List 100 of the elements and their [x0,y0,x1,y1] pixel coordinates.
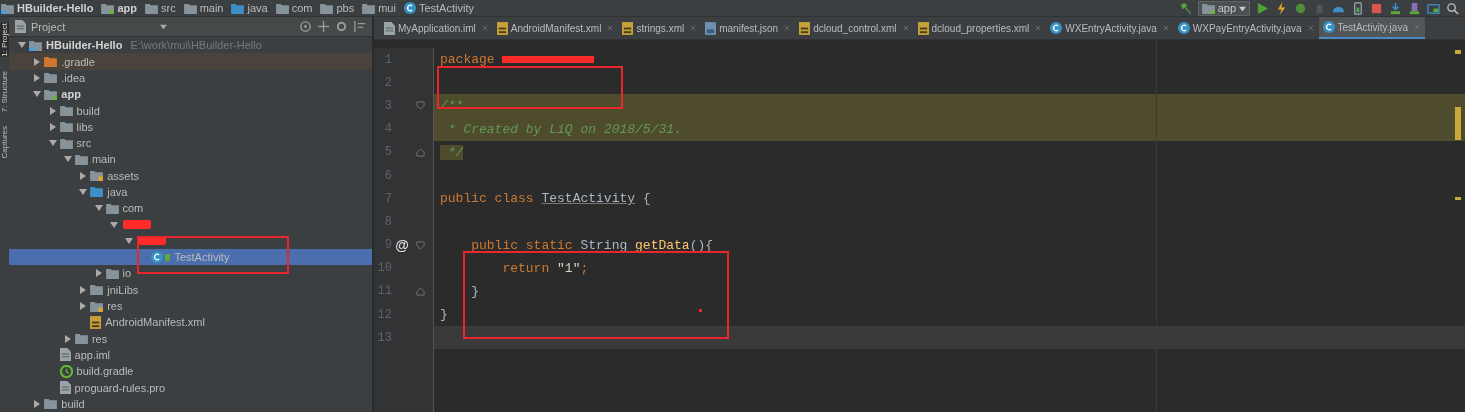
hammer-icon[interactable] [1178,1,1192,15]
breadcrumb-item[interactable]: src [143,0,183,16]
breadcrumb-item[interactable]: com [274,0,320,16]
close-icon[interactable] [1162,25,1169,31]
breadcrumb-item[interactable]: app [100,0,144,16]
expanded-arrow-icon[interactable] [48,139,57,148]
expanded-arrow-icon[interactable] [109,220,118,229]
tree-item[interactable]: assets [9,167,372,184]
expanded-arrow-icon[interactable] [125,236,134,245]
editor-tab[interactable]: TestActivity.java [1318,17,1425,39]
tree-item-label: .gradle [61,55,95,68]
tree-item[interactable]: build.gradle [9,363,372,380]
breadcrumb-item[interactable]: mui [361,0,403,16]
close-icon[interactable] [690,25,697,31]
tree-item[interactable]: main [9,151,372,168]
project-folder-icon [1,2,14,14]
editor-tab[interactable]: WXPayEntryActivity.java [1173,17,1319,39]
collapse-icon[interactable] [317,20,330,34]
collapsed-arrow-icon[interactable] [79,285,88,294]
fold-icon[interactable] [415,101,425,111]
expanded-arrow-icon[interactable] [63,155,72,164]
collapsed-arrow-icon[interactable] [33,57,42,66]
expanded-arrow-icon[interactable] [33,90,42,99]
tree-item[interactable]: jniLibs [9,281,372,298]
collapsed-arrow-icon[interactable] [33,73,42,82]
tree-item[interactable]: proguard-rules.pro [9,379,372,396]
editor-tab[interactable]: MyApplication.iml [380,17,493,39]
file-icon [59,381,71,395]
target-icon[interactable] [299,20,312,34]
collapsed-arrow-icon[interactable] [94,269,103,278]
tool-window-tab[interactable]: 7: Structure [0,70,9,113]
breadcrumb-item[interactable]: TestActivity [402,0,481,16]
editor-tab[interactable]: dcloud_control.xml [795,17,914,39]
collapsed-arrow-icon[interactable] [48,122,57,131]
tree-item[interactable]: src [9,134,372,152]
folder-icon [183,2,197,14]
collapsed-arrow-icon[interactable] [79,171,88,180]
breadcrumb-item[interactable]: pbs [319,0,362,16]
tree-item-label: src [76,137,92,150]
tree-item[interactable]: .gradle [9,53,372,70]
tree-item[interactable]: .idea [9,69,372,87]
expanded-arrow-icon[interactable] [18,41,26,50]
phone-icon[interactable] [1351,1,1364,15]
tree-item[interactable]: com [9,200,372,217]
editor-tab[interactable]: AndroidManifest.xml [492,17,619,39]
tree-item[interactable]: app.iml [9,346,372,364]
download-icon[interactable] [1389,1,1402,15]
editor-tab[interactable]: WXEntryActivity.java [1046,17,1174,39]
tree-item-label: io [122,267,132,280]
editor-tab[interactable]: dcloud_properties.xml [913,17,1047,39]
editor-tab[interactable]: manifest.json [701,17,796,39]
fold-icon[interactable] [415,240,425,250]
tree-item[interactable]: java [9,183,372,201]
collapsed-arrow-icon[interactable] [33,399,42,408]
close-icon[interactable] [607,25,614,31]
close-icon[interactable] [481,25,488,31]
close-icon[interactable] [1307,25,1314,31]
fold-end-icon[interactable] [415,286,425,296]
tree-item[interactable]: res [9,297,372,315]
settings-icon[interactable] [335,20,348,34]
expanded-arrow-icon[interactable] [94,204,103,213]
hide-panel-icon[interactable] [353,20,366,34]
collapsed-arrow-icon[interactable] [48,106,57,115]
breadcrumb-item[interactable]: java [230,0,275,16]
folder-icon [90,284,104,296]
expanded-arrow-icon[interactable] [79,188,88,196]
tool-window-tab[interactable]: 1: Project [0,23,9,57]
editor-tab[interactable]: strings.xml [618,17,702,39]
collapsed-arrow-icon[interactable] [63,334,72,343]
run-config-dropdown[interactable]: app [1197,0,1250,16]
avd-icon[interactable] [1408,1,1421,15]
fold-end-icon[interactable] [415,147,425,157]
close-icon[interactable] [902,25,909,31]
run-icon[interactable] [1256,1,1269,15]
stop-icon[interactable] [1370,1,1383,15]
collapsed-arrow-icon[interactable] [79,302,88,311]
panel-title[interactable]: Project [31,20,66,33]
tree-item[interactable]: libs [9,118,372,135]
tree-item[interactable]: res [9,330,372,347]
lightning-icon[interactable] [1275,1,1288,15]
dropdown-caret-icon[interactable] [160,23,168,31]
tool-window-tab[interactable]: Captures [0,126,9,159]
tree-item[interactable]: io [9,265,372,282]
tree-item[interactable]: AndroidManifest.xml [9,314,372,331]
xml-file-icon [496,21,508,35]
close-icon[interactable] [1035,25,1042,31]
breadcrumb-item[interactable]: main [182,0,231,16]
code-line: } [440,307,448,323]
tree-item[interactable]: HBuilder-Hello E:\work\mui\HBuilder-Hello [9,37,372,54]
debug-icon[interactable] [1294,1,1307,15]
dropdown-caret-icon[interactable] [1239,4,1246,12]
tree-item[interactable]: app [9,86,372,103]
code-line: * Created by LiQ on 2018/5/31. [446,121,682,137]
close-icon[interactable] [784,25,791,31]
tree-item[interactable]: build [9,395,372,412]
tree-item[interactable]: build [9,102,372,119]
search-icon[interactable] [1446,1,1459,15]
sdk-icon[interactable] [1427,1,1440,15]
breadcrumb-item[interactable]: HBuilder-Hello [0,0,101,16]
code-line: } [470,283,479,299]
